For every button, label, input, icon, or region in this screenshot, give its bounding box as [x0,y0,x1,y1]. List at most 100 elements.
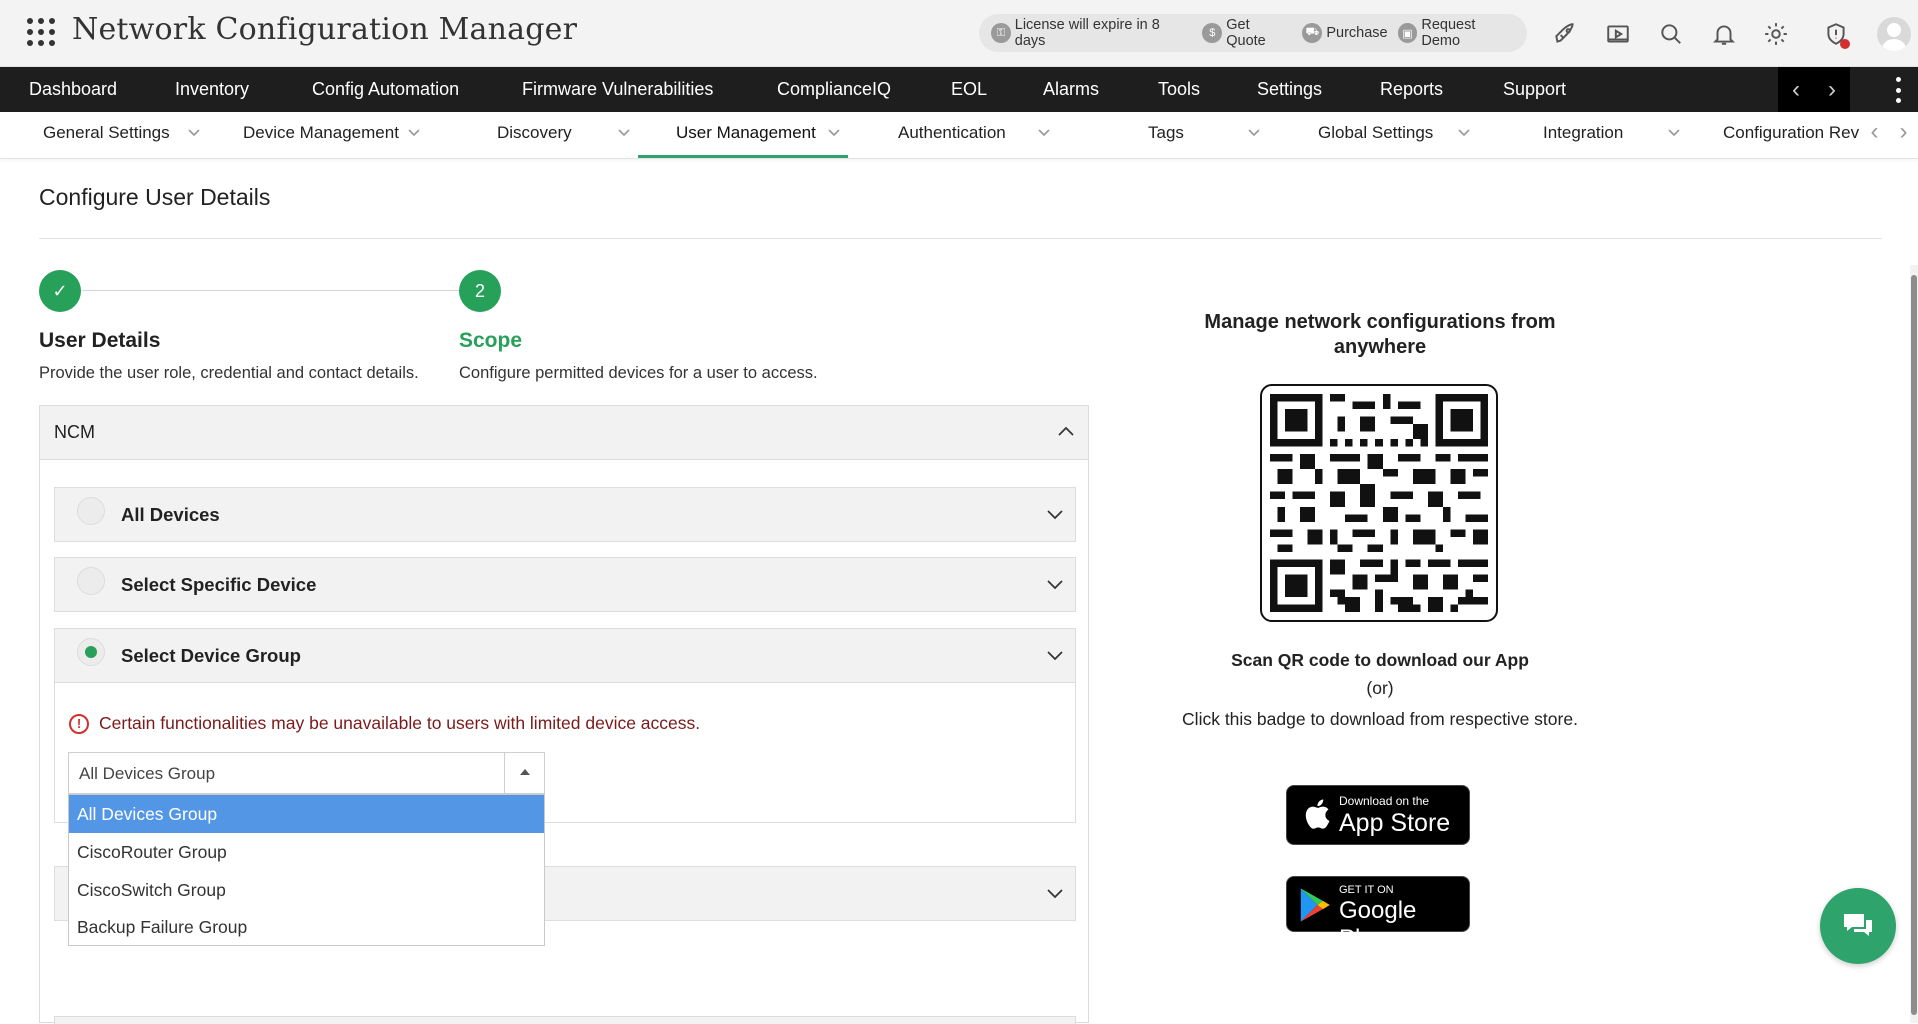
more-menu-icon[interactable] [1896,77,1904,103]
license-item[interactable]: ⚿ License will expire in 8 days [991,17,1192,49]
shield-alert-icon[interactable] [1819,17,1853,51]
radio-device-group[interactable] [77,638,105,666]
dropdown-option-all-devices-group[interactable]: All Devices Group [69,795,544,833]
dropdown-option-ciscoswitch-group[interactable]: CiscoSwitch Group [69,871,544,909]
step-title-scope[interactable]: Scope [459,329,522,353]
nav-next-icon[interactable]: › [1828,76,1836,104]
scan-qr-text: Scan QR code to download our App [1231,650,1529,670]
ncm-label: NCM [54,422,95,442]
device-group-select[interactable]: All Devices Group [68,752,545,794]
gear-icon[interactable] [1759,17,1793,51]
option-all-devices[interactable]: All Devices [54,487,1076,542]
radio-specific-device[interactable] [77,567,105,595]
scrollbar[interactable] [1910,265,1918,1023]
subnav-next-icon[interactable]: › [1900,118,1908,148]
option-select-device-group[interactable]: Select Device Group [54,628,1076,683]
or-text: (or) [1366,678,1394,698]
tab-user-management[interactable]: User Management [676,112,816,159]
step-title-user-details[interactable]: User Details [39,329,160,353]
tab-tags[interactable]: Tags [1148,112,1184,159]
option-label: All Devices [121,504,220,525]
chevron-down-icon[interactable] [616,124,632,140]
nav-tools[interactable]: Tools [1158,67,1200,112]
nav-prev-icon[interactable]: ‹ [1792,76,1800,104]
license-bar: ⚿ License will expire in 8 days $ Get Qu… [979,14,1527,52]
step-number[interactable]: 2 [459,270,501,312]
scrollbar-thumb[interactable] [1911,275,1917,1015]
chevron-down-icon[interactable] [1043,881,1067,905]
chevron-down-icon[interactable] [1036,124,1052,140]
app-store-button[interactable]: Download on the App Store [1286,785,1470,845]
chevron-down-icon[interactable] [406,124,422,140]
nav-settings[interactable]: Settings [1257,67,1322,112]
device-group-value: All Devices Group [79,764,216,783]
step-complete-icon[interactable]: ✓ [39,270,81,312]
option-label: Select Specific Device [121,574,317,595]
warning-message: ! Certain functionalities may be unavail… [69,713,700,734]
top-bar: Network Configuration Manager ⚿ License … [0,0,1918,67]
tab-general-settings[interactable]: General Settings [43,112,170,159]
step-connector [82,290,459,291]
promo-title: Manage network configurations from anywh… [1204,311,1556,358]
tab-authentication[interactable]: Authentication [898,112,1006,159]
sub-nav: General Settings Device Management Disco… [0,112,1918,159]
tab-global-settings[interactable]: Global Settings [1318,112,1433,159]
dollar-icon: $ [1202,23,1223,43]
cart-icon: ⛟ [1302,23,1323,43]
tab-discovery[interactable]: Discovery [497,112,572,159]
divider [39,238,1882,239]
chevron-down-icon[interactable] [1043,572,1067,596]
chevron-down-icon[interactable] [1456,124,1472,140]
radio-all-devices[interactable] [77,497,105,525]
chevron-down-icon[interactable] [826,124,842,140]
tab-configuration-review[interactable]: Configuration Rev [1723,112,1860,159]
rocket-icon[interactable] [1548,17,1582,51]
nav-config-automation[interactable]: Config Automation [312,67,459,112]
option-select-specific-device[interactable]: Select Specific Device [54,557,1076,612]
avatar[interactable] [1877,17,1911,51]
nav-dashboard[interactable]: Dashboard [29,67,117,112]
request-demo-label: Request Demo [1421,17,1476,49]
subnav-prev-icon[interactable]: ‹ [1871,118,1879,148]
tab-device-management[interactable]: Device Management [243,112,399,159]
nav-alarms[interactable]: Alarms [1043,67,1099,112]
get-quote-link[interactable]: $ Get Quote [1202,17,1292,49]
warning-text: Certain functionalities may be unavailab… [99,713,701,733]
chat-button[interactable] [1820,888,1896,964]
bell-icon[interactable] [1707,17,1741,51]
chevron-up-icon[interactable] [1054,420,1078,444]
chevron-down-icon[interactable] [1666,124,1682,140]
chevron-down-icon[interactable] [1043,502,1067,526]
page-title: Configure User Details [39,184,271,210]
video-icon[interactable] [1601,17,1635,51]
app-store-small-text: Download on the [1339,794,1430,808]
caret-up-icon[interactable] [504,753,544,793]
chat-icon [1844,914,1872,936]
request-demo-link[interactable]: ▣ Request Demo [1397,17,1517,49]
chevron-down-icon[interactable] [186,124,202,140]
option-label: Select Device Group [121,645,301,666]
app-launcher-icon[interactable] [27,18,55,46]
ncm-header[interactable]: NCM [40,406,1088,460]
nav-firmware-vulnerabilities[interactable]: Firmware Vulnerabilities [522,67,713,112]
license-icon: ⚿ [991,23,1011,43]
step-desc-user-details: Provide the user role, credential and co… [39,364,419,382]
nav-support[interactable]: Support [1503,67,1566,112]
active-tab-indicator [638,155,848,158]
nav-complianceiq[interactable]: ComplianceIQ [777,67,891,112]
nav-eol[interactable]: EOL [951,67,987,112]
tab-integration[interactable]: Integration [1543,112,1623,159]
nav-inventory[interactable]: Inventory [175,67,249,112]
badge-hint-text: Click this badge to download from respec… [1182,709,1578,729]
app-title: Network Configuration Manager [72,12,578,47]
chevron-down-icon[interactable] [1246,124,1262,140]
dropdown-option-backup-failure-group[interactable]: Backup Failure Group [69,908,544,946]
chevron-down-icon[interactable] [1043,643,1067,667]
subnav-scroll-arrows: ‹ › [1860,118,1918,148]
nav-reports[interactable]: Reports [1380,67,1443,112]
search-icon[interactable] [1654,17,1688,51]
dropdown-option-ciscorouter-group[interactable]: CiscoRouter Group [69,833,544,871]
google-small-text: GET IT ON [1339,884,1394,896]
google-play-button[interactable]: GET IT ON Google Play [1286,876,1470,952]
purchase-link[interactable]: ⛟ Purchase [1302,23,1388,43]
